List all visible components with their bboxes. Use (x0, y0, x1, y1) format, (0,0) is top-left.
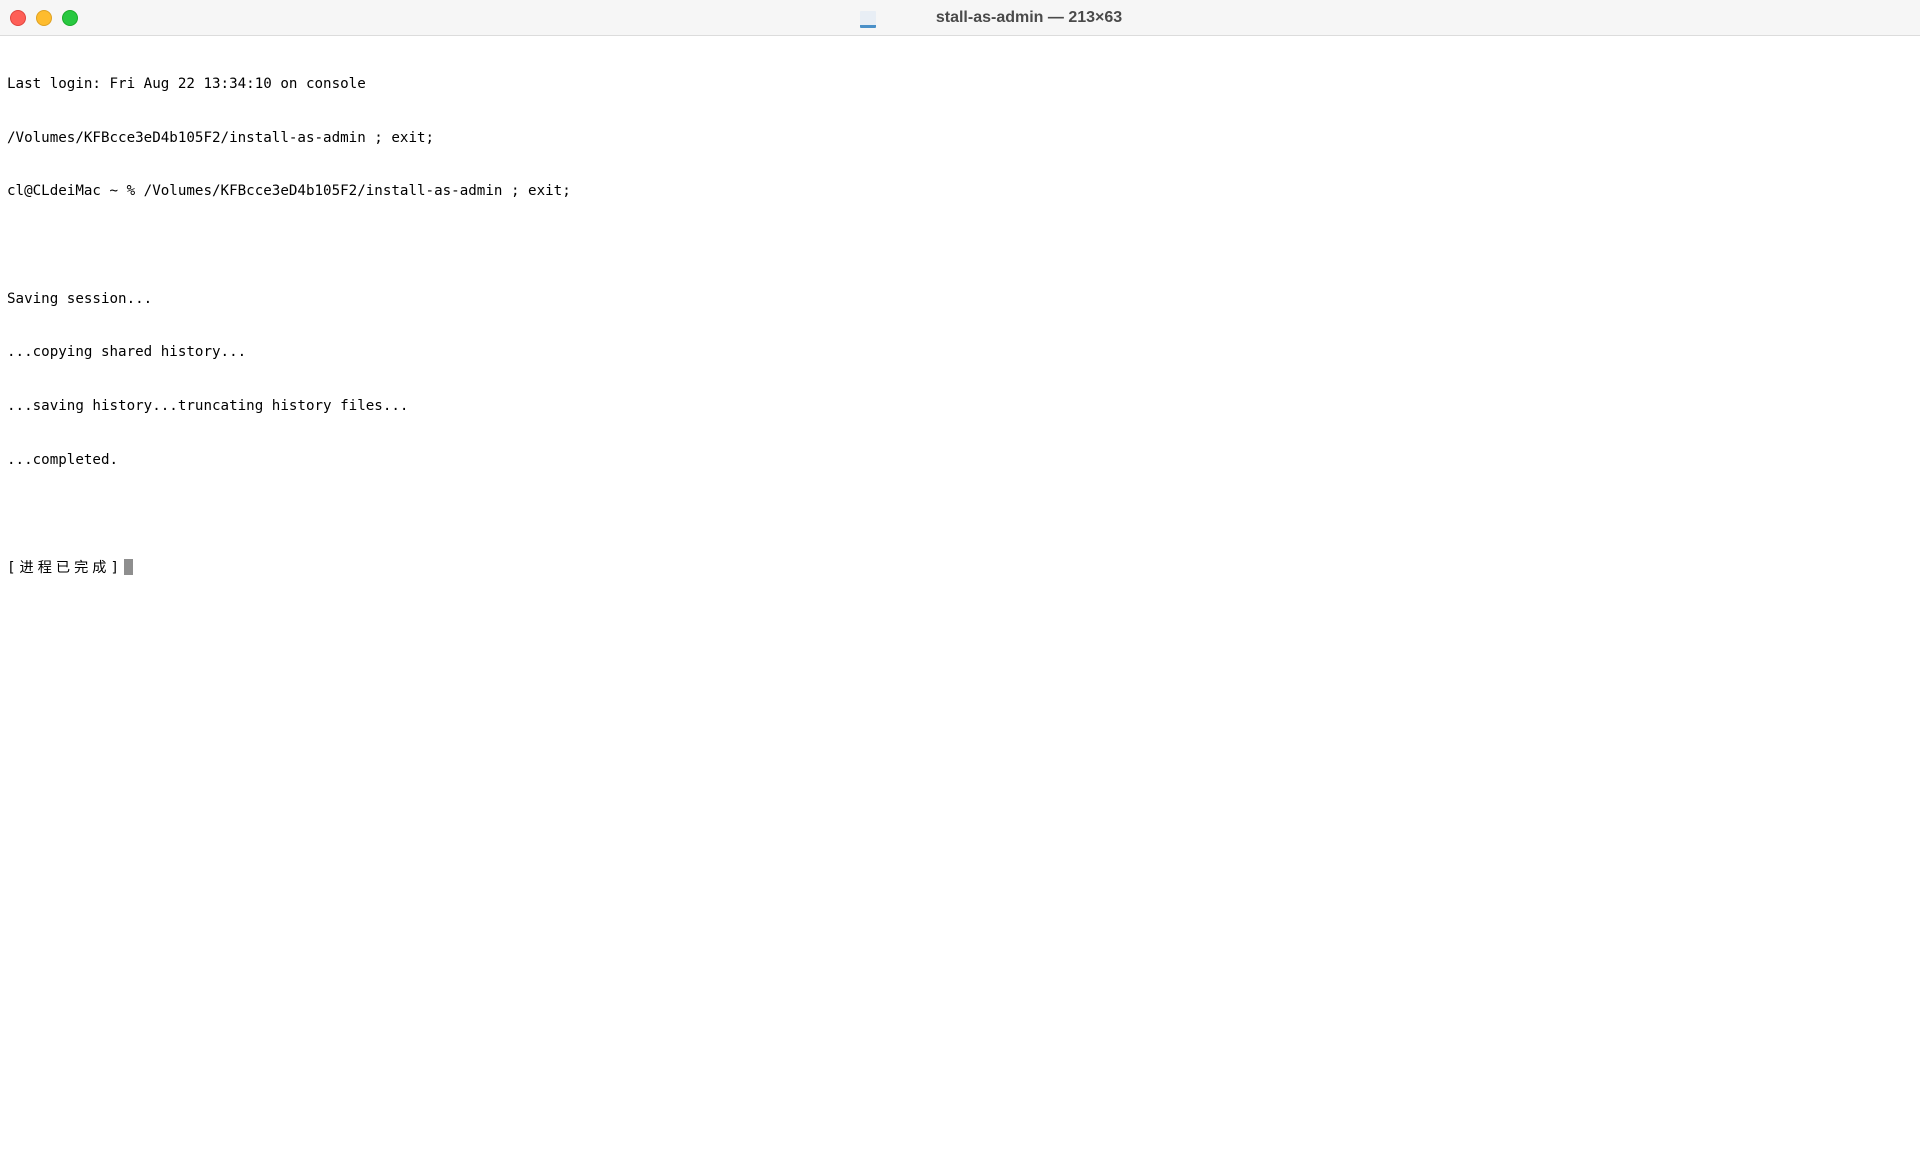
terminal-line: ...saving history...truncating history f… (7, 398, 409, 415)
terminal-line: /Volumes/KFBcce3eD4b105F2/install-as-adm… (7, 129, 435, 146)
terminal-line: Last login: Fri Aug 22 13:34:10 on conso… (7, 75, 366, 92)
terminal-document-icon (858, 9, 878, 28)
window-title-wrap: stall-as-admin — 213×63 (0, 0, 1920, 36)
terminal-line: Saving session... (7, 290, 153, 307)
text-cursor (124, 559, 134, 576)
process-completed-text: [进程已完成] (7, 560, 124, 577)
terminal-line: cl@CLdeiMac ~ % /Volumes/KFBcce3eD4b105F… (7, 183, 571, 200)
terminal-line: ...copying shared history... (7, 344, 247, 361)
terminal-window: stall-as-admin — 213×63 Last login: Fri … (0, 0, 1920, 1173)
window-title: stall-as-admin — 213×63 (935, 9, 1123, 26)
terminal-final-line: [进程已完成] (7, 559, 1913, 577)
terminal-line: ...completed. (7, 451, 119, 468)
terminal-output[interactable]: Last login: Fri Aug 22 13:34:10 on conso… (0, 36, 1920, 1173)
title-bar[interactable]: stall-as-admin — 213×63 (0, 0, 1920, 36)
